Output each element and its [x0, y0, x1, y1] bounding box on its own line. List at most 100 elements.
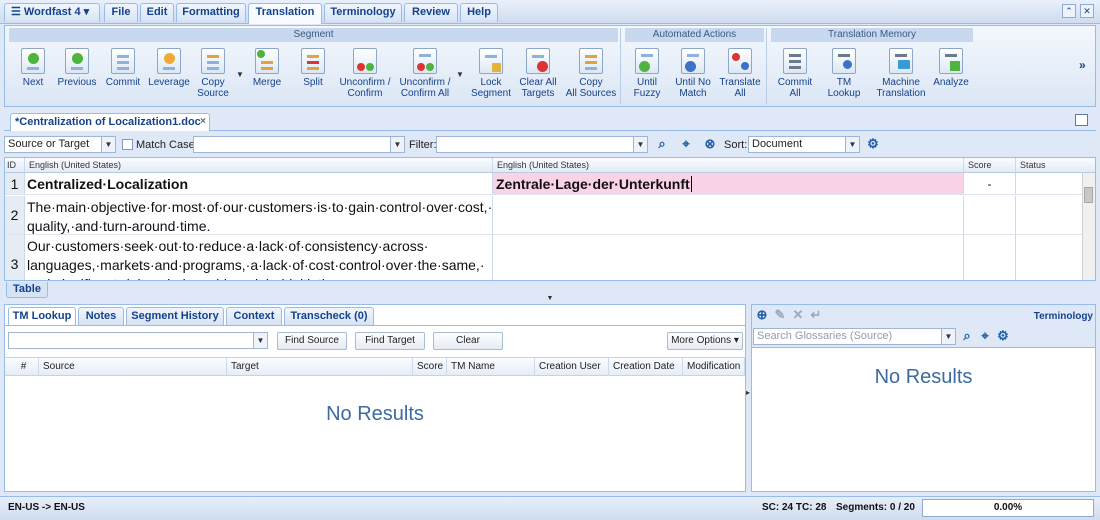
next-button[interactable]: Next: [13, 46, 53, 88]
panel-splitter-icon[interactable]: ▸: [746, 388, 750, 397]
tm-search-input[interactable]: ▼: [8, 332, 268, 349]
unconfirm-confirm-all-button[interactable]: Unconfirm / Confirm All: [395, 46, 455, 99]
find-source-button[interactable]: Find Source: [277, 332, 347, 350]
search-icon[interactable]: ⌕: [655, 137, 669, 151]
merge-button[interactable]: Merge: [247, 46, 287, 88]
clear-search-icon[interactable]: ⊗: [703, 137, 717, 151]
translate-all-label-2: All: [734, 88, 746, 99]
menu-tab-review[interactable]: Review: [404, 3, 458, 22]
until-fuzzy-label-1: Until: [636, 77, 657, 88]
menu-tab-help[interactable]: Help: [460, 3, 498, 22]
close-tab-icon[interactable]: ×: [200, 114, 206, 130]
copy-source-dropdown-icon[interactable]: ▼: [236, 70, 244, 79]
lock-segment-button[interactable]: Lock Segment: [469, 46, 513, 99]
search-icon[interactable]: ⌕: [960, 329, 974, 343]
table-row[interactable]: 2 The·main·objective·for·most·of·our·cus…: [5, 196, 1083, 235]
hamburger-icon: ☰: [11, 6, 24, 18]
tab-transcheck[interactable]: Transcheck (0): [284, 307, 374, 325]
more-options-button[interactable]: More Options ▾: [667, 332, 743, 350]
merge-icon: [255, 48, 279, 74]
col-score[interactable]: Score: [413, 357, 447, 376]
menu-tab-file[interactable]: File: [104, 3, 138, 22]
unconfirm-all-dropdown-icon[interactable]: ▼: [456, 70, 464, 79]
menu-tab-translation[interactable]: Translation: [248, 3, 322, 24]
lock-icon: [479, 48, 503, 74]
tab-context[interactable]: Context: [226, 307, 282, 325]
commit-all-icon: [783, 48, 807, 74]
document-tab[interactable]: *Centralization of Localization1.doc ×: [10, 113, 210, 131]
until-no-match-button[interactable]: Until No Match: [671, 46, 715, 99]
grid-header-status: Status: [1016, 158, 1095, 173]
row-score: -: [964, 173, 1016, 194]
menu-tab-formatting[interactable]: Formatting: [176, 3, 246, 22]
search-input[interactable]: ▼: [193, 136, 405, 153]
grid-scrollbar[interactable]: [1082, 173, 1095, 280]
table-view-tab[interactable]: Table: [6, 282, 48, 298]
copy-source-button[interactable]: Copy Source: [193, 46, 233, 99]
glossary-search-input[interactable]: Search Glossaries (Source) ▼: [753, 328, 956, 345]
scrollbar-thumb[interactable]: [1084, 187, 1093, 203]
translate-all-button[interactable]: Translate All: [717, 46, 763, 99]
tm-group-title: Translation Memory: [771, 28, 973, 42]
col-source[interactable]: Source: [39, 357, 227, 376]
row-target-editor[interactable]: Zentrale·Lage·der·Unterkunft: [493, 173, 964, 194]
merge-label: Merge: [252, 77, 282, 88]
tab-segment-history[interactable]: Segment History: [126, 307, 224, 325]
col-target[interactable]: Target: [227, 357, 413, 376]
unconfirm-confirm-button[interactable]: Unconfirm / Confirm: [337, 46, 393, 99]
menu-tab-edit[interactable]: Edit: [140, 3, 174, 22]
gear-icon[interactable]: ⚙: [866, 137, 880, 151]
splitter-collapse-icon[interactable]: ▼: [543, 295, 557, 302]
sort-select[interactable]: Document ▼: [748, 136, 860, 153]
copy-all-sources-icon: [579, 48, 603, 74]
copy-source-label-1: Copy: [201, 77, 225, 88]
tm-no-results: No Results: [326, 403, 424, 425]
row-id: 1: [5, 173, 25, 194]
leverage-button[interactable]: Leverage: [147, 46, 191, 88]
filter-select[interactable]: ▼: [436, 136, 648, 153]
collapse-ribbon-icon[interactable]: ⌃: [1062, 4, 1076, 18]
maximize-panel-icon[interactable]: [1075, 114, 1088, 126]
analyze-button[interactable]: Analyze: [931, 46, 971, 88]
text-cursor: [690, 176, 692, 192]
match-case-checkbox[interactable]: [122, 139, 133, 150]
search-next-icon[interactable]: ⌖: [978, 329, 992, 343]
copy-all-sources-button[interactable]: Copy All Sources: [563, 46, 619, 99]
match-case-label: Match Case: [136, 139, 195, 151]
col-modification[interactable]: Modification ...: [683, 357, 745, 376]
table-row[interactable]: 3 Our·customers·seek·out·to·reduce·a·lac…: [5, 235, 1083, 280]
find-target-button[interactable]: Find Target: [355, 332, 425, 350]
previous-button[interactable]: Previous: [55, 46, 99, 88]
unconfirm-all-label-1: Unconfirm /: [399, 77, 451, 88]
row-source: The·main·objective·for·most·of·our·custo…: [25, 196, 493, 234]
ribbon-more-button[interactable]: »: [1079, 58, 1086, 72]
col-number[interactable]: #: [5, 357, 39, 376]
clear-button[interactable]: Clear: [433, 332, 503, 350]
col-tm-name[interactable]: TM Name: [447, 357, 535, 376]
split-button[interactable]: Split: [293, 46, 333, 88]
row-target-editor[interactable]: [493, 196, 964, 234]
search-next-icon[interactable]: ⌖: [679, 137, 693, 151]
commit-button[interactable]: Commit: [103, 46, 143, 88]
automated-actions-group: Automated Actions Until Fuzzy Until No M…: [623, 28, 767, 104]
app-menu-button[interactable]: ☰ Wordfast 4 ▾: [4, 3, 100, 22]
commit-all-button[interactable]: Commit All: [773, 46, 817, 99]
machine-translation-button[interactable]: Machine Translation: [873, 46, 929, 99]
tm-lookup-button[interactable]: TM Lookup: [819, 46, 869, 99]
search-scope-select[interactable]: Source or Target ▼: [4, 136, 116, 153]
gear-icon[interactable]: ⚙: [996, 329, 1010, 343]
add-term-icon[interactable]: ⊕: [755, 308, 769, 322]
term-no-results: No Results: [874, 366, 973, 388]
until-fuzzy-button[interactable]: Until Fuzzy: [627, 46, 667, 99]
table-row[interactable]: 1 Centralized·Localization Zentrale·Lage…: [5, 173, 1083, 195]
row-target-editor[interactable]: [493, 235, 964, 280]
menu-tab-terminology[interactable]: Terminology: [324, 3, 402, 22]
tab-tm-lookup[interactable]: TM Lookup: [8, 307, 76, 325]
clear-all-targets-button[interactable]: Clear All Targets: [515, 46, 561, 99]
clear-all-targets-label-2: Targets: [521, 88, 555, 99]
tab-notes[interactable]: Notes: [78, 307, 124, 325]
close-icon[interactable]: ✕: [1080, 4, 1094, 18]
terminology-panel: ⊕ ✎ ✕ ↵ Terminology Search Glossaries (S…: [751, 304, 1096, 492]
col-creation-user[interactable]: Creation User: [535, 357, 609, 376]
col-creation-date[interactable]: Creation Date: [609, 357, 683, 376]
